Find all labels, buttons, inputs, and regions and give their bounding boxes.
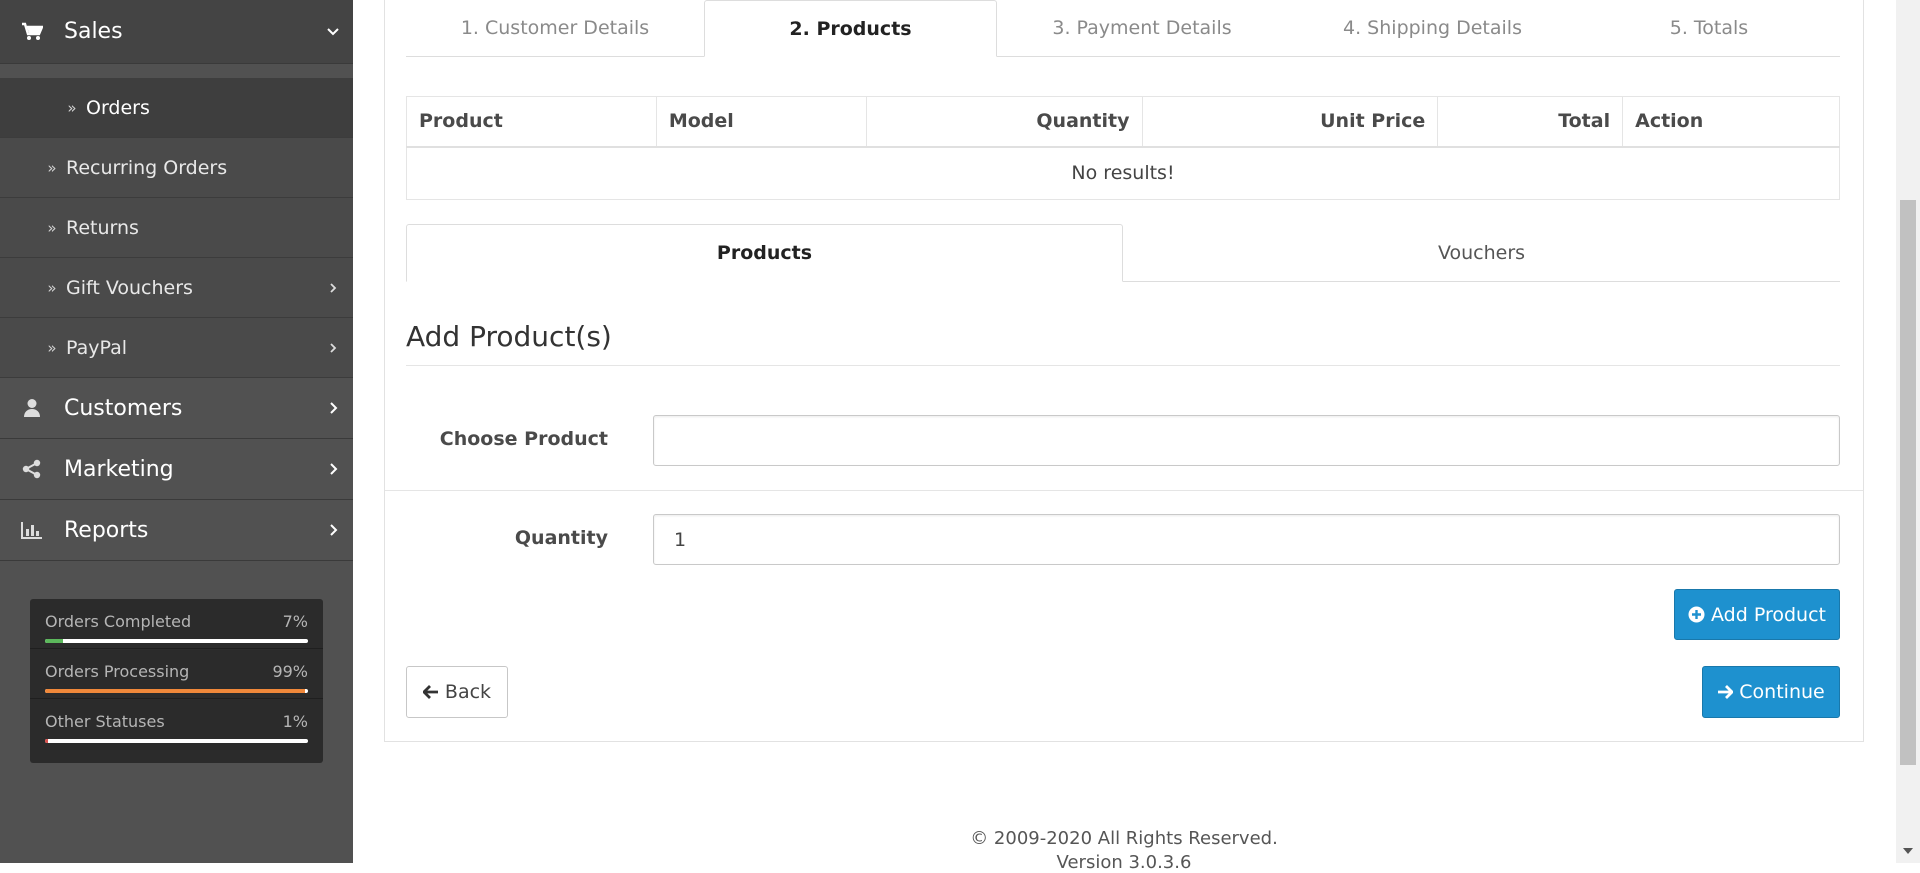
page-scrollbar[interactable] — [1896, 0, 1920, 863]
user-icon — [0, 398, 64, 418]
continue-button[interactable]: Continue — [1702, 666, 1840, 718]
order-stats-panel: Orders Completed 7% Orders Processing 99… — [30, 599, 323, 763]
plus-circle-icon — [1688, 606, 1705, 623]
col-quantity: Quantity — [865, 96, 1143, 148]
product-voucher-tabs: Products Vouchers — [406, 224, 1840, 282]
stat-value: 99% — [272, 662, 308, 681]
tab-totals[interactable]: 5. Totals — [1578, 0, 1840, 57]
chevron-right-icon — [313, 342, 353, 354]
nav-reports-label: Reports — [64, 517, 149, 543]
stat-orders-processing: Orders Processing 99% — [30, 649, 323, 699]
chevron-down-icon — [313, 27, 353, 37]
chevron-right-icon — [313, 523, 353, 537]
checkout-steps: 1. Customer Details 2. Products 3. Payme… — [406, 0, 1840, 58]
col-model: Model — [655, 96, 867, 148]
sidebar-item-returns[interactable]: » Returns — [0, 198, 353, 258]
col-product: Product — [406, 96, 657, 148]
stat-other-statuses: Other Statuses 1% — [30, 699, 323, 749]
choose-product-input[interactable] — [653, 415, 1840, 466]
progress-bar — [45, 639, 308, 643]
sidebar-item-label: Gift Vouchers — [66, 276, 193, 299]
add-product-button[interactable]: Add Product — [1674, 589, 1840, 640]
cart-products-table: Product Model Quantity Unit Price Total … — [406, 96, 1840, 200]
double-chevron-right-icon: » — [47, 218, 57, 237]
share-icon — [0, 459, 64, 479]
tab-products[interactable]: 2. Products — [704, 0, 997, 57]
progress-bar — [45, 739, 308, 743]
stat-orders-completed: Orders Completed 7% — [30, 599, 323, 649]
sidebar: Sales » Orders » Recurring Orders » Retu… — [0, 0, 353, 863]
scrollbar-thumb[interactable] — [1900, 200, 1916, 765]
stat-name: Other Statuses — [45, 712, 165, 731]
no-results-text: No results! — [406, 146, 1840, 200]
nav-sales-label: Sales — [64, 19, 123, 44]
sidebar-item-recurring-orders[interactable]: » Recurring Orders — [0, 138, 353, 198]
chevron-right-icon — [313, 462, 353, 476]
stat-value: 7% — [282, 612, 308, 631]
stat-name: Orders Completed — [45, 612, 192, 631]
tab-payment-details[interactable]: 3. Payment Details — [997, 0, 1287, 57]
arrow-left-icon — [422, 685, 439, 699]
tab-customer-details[interactable]: 1. Customer Details — [406, 0, 704, 57]
arrow-right-icon — [1717, 685, 1734, 699]
sidebar-item-label: PayPal — [66, 336, 128, 359]
bar-chart-icon — [0, 521, 64, 539]
double-chevron-right-icon: » — [47, 278, 57, 297]
stat-value: 1% — [282, 712, 308, 731]
nav-marketing-label: Marketing — [64, 456, 174, 482]
shopping-cart-icon — [0, 22, 64, 42]
tab-products-sub[interactable]: Products — [406, 224, 1123, 282]
double-chevron-right-icon: » — [67, 98, 77, 117]
sidebar-item-orders[interactable]: » Orders — [0, 78, 353, 138]
choose-product-label: Choose Product — [439, 428, 608, 450]
back-label: Back — [444, 681, 492, 703]
add-products-heading: Add Product(s) — [406, 320, 1840, 366]
stat-name: Orders Processing — [45, 662, 190, 681]
nav-sales[interactable]: Sales — [0, 0, 353, 64]
sidebar-item-label: Returns — [66, 216, 139, 239]
chevron-right-icon — [313, 282, 353, 294]
form-divider — [385, 490, 1863, 491]
sidebar-item-label: Recurring Orders — [66, 156, 228, 179]
quantity-input[interactable] — [653, 514, 1840, 565]
nav-reports[interactable]: Reports — [0, 500, 353, 561]
col-action: Action — [1622, 96, 1840, 148]
col-unit-price: Unit Price — [1141, 96, 1439, 148]
progress-fill — [45, 739, 48, 743]
progress-fill — [45, 689, 306, 693]
tab-shipping-details[interactable]: 4. Shipping Details — [1287, 0, 1578, 57]
progress-fill — [45, 639, 64, 643]
col-total: Total — [1437, 96, 1624, 148]
add-product-label: Add Product — [1711, 603, 1826, 626]
sidebar-item-gift-vouchers[interactable]: » Gift Vouchers — [0, 258, 353, 318]
sidebar-item-paypal[interactable]: » PayPal — [0, 318, 353, 378]
back-button[interactable]: Back — [406, 666, 508, 718]
footer-copyright: © 2009-2020 All Rights Reserved. — [970, 828, 1278, 849]
nav-customers[interactable]: Customers — [0, 378, 353, 439]
table-row: No results! — [406, 146, 1840, 200]
tab-vouchers[interactable]: Vouchers — [1123, 224, 1840, 282]
sidebar-item-label: Orders — [86, 96, 150, 119]
progress-bar — [45, 689, 308, 693]
double-chevron-right-icon: » — [47, 338, 57, 357]
double-chevron-right-icon: » — [47, 158, 57, 177]
continue-label: Continue — [1739, 681, 1825, 703]
quantity-label: Quantity — [514, 527, 608, 549]
chevron-right-icon — [313, 401, 353, 415]
nav-customers-label: Customers — [64, 395, 183, 421]
scroll-down-arrow-icon[interactable] — [1900, 843, 1916, 859]
table-header-row: Product Model Quantity Unit Price Total … — [406, 96, 1840, 148]
nav-marketing[interactable]: Marketing — [0, 439, 353, 500]
